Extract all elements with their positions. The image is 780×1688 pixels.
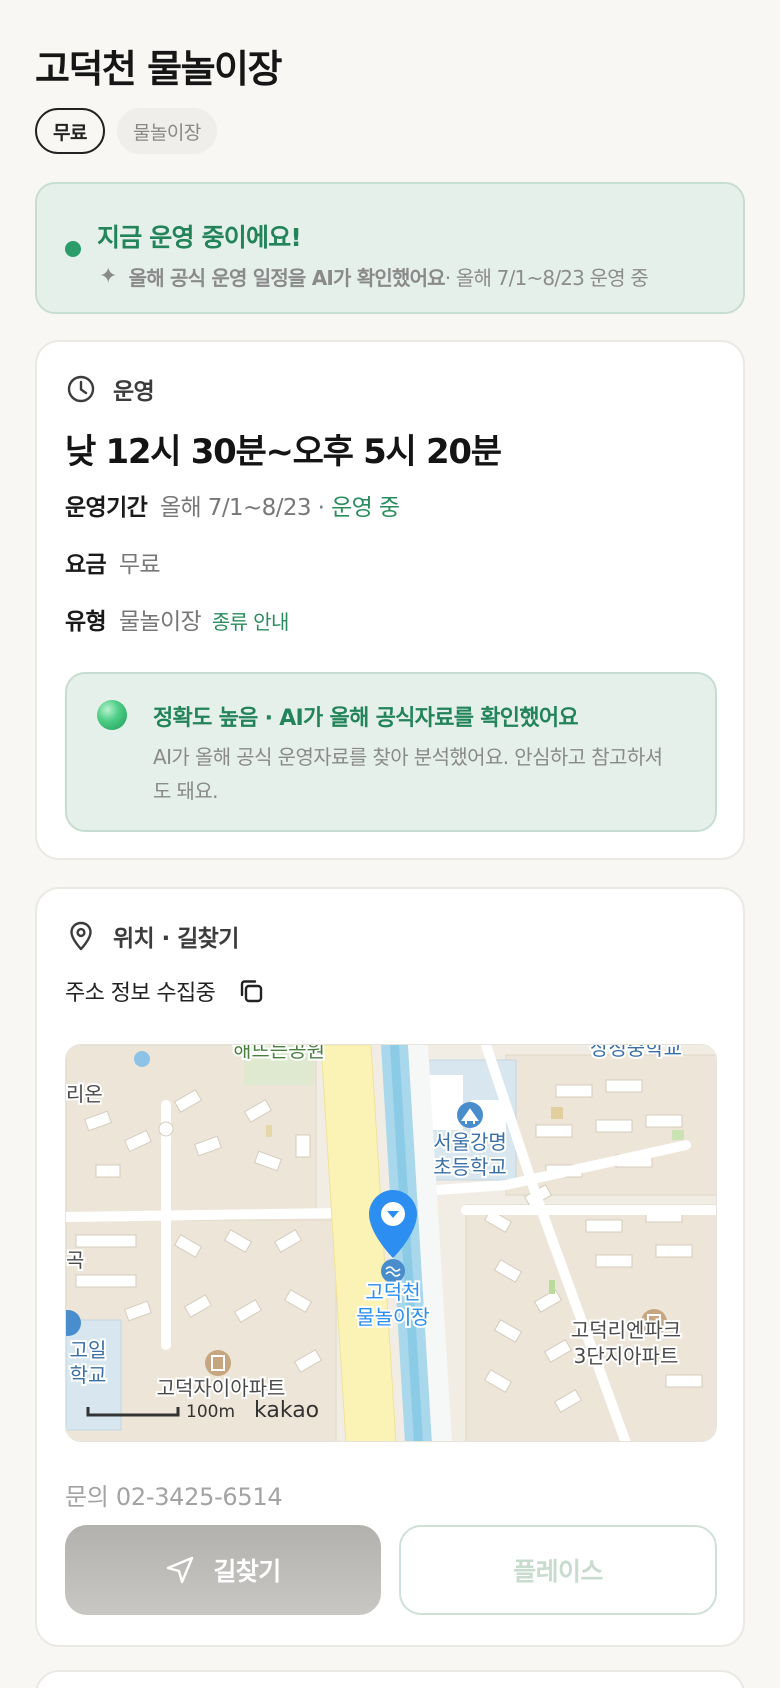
- fee-value: 무료: [118, 552, 161, 578]
- accuracy-indicator-icon: [97, 700, 127, 730]
- map-label-left-edge: 리온: [66, 1082, 103, 1106]
- period-value: 올해 7/1~8/23 ·: [159, 495, 332, 521]
- chip-category[interactable]: 물놀이장: [116, 108, 217, 154]
- address-text: 주소 정보 수집중: [65, 981, 216, 1006]
- period-key: 운영기간: [65, 495, 148, 521]
- map-label-marker-line1: 고덕천: [365, 1280, 420, 1304]
- clock-icon: [65, 373, 97, 405]
- accuracy-text: AI가 올해 공식 운영자료를 찾아 분석했어요. 안심하고 참고하셔도 돼요.: [153, 745, 663, 803]
- sparkle-icon: ✦: [99, 264, 117, 289]
- fee-key: 요금: [65, 552, 107, 578]
- directions-label: 길찾기: [213, 1557, 281, 1586]
- hours-section-label: 운영: [113, 379, 155, 405]
- type-key: 유형: [65, 609, 107, 635]
- address-row: 주소 정보 수집중: [65, 975, 265, 1007]
- hours-section-header: 운영: [65, 372, 155, 406]
- type-guide-link[interactable]: 종류 안내: [212, 610, 290, 634]
- directions-button[interactable]: 길찾기: [65, 1525, 381, 1615]
- location-section-label: 위치 · 길찾기: [113, 926, 239, 952]
- map-label-park: 해뜨는공원: [233, 1045, 325, 1062]
- chip-row: 무료 물놀이장: [35, 108, 217, 154]
- map-view[interactable]: 해뜨는공원 상정중학교 서울강명 초등학교 고덕천 물놀이장 고일 학교 리온 …: [65, 1044, 717, 1442]
- location-card: 위치 · 길찾기 주소 정보 수집중 해뜨는공원 상정중학교 서울강명 초등학교…: [35, 887, 745, 1647]
- next-card: [35, 1670, 745, 1688]
- map-label-apt-right-line2: 3단지아파트: [574, 1344, 679, 1368]
- map-label-school-line1: 서울강명: [433, 1130, 507, 1154]
- hours-card: 운영 낮 12시 30분~오후 5시 20분 운영기간 올해 7/1~8/23 …: [35, 340, 745, 860]
- status-banner: 지금 운영 중이에요! ✦ 올해 공식 운영 일정을 AI가 확인했어요 · 올…: [35, 182, 745, 314]
- status-sub-rest: · 올해 7/1~8/23 운영 중: [444, 266, 649, 290]
- map-label-left-school-line2: 학교: [70, 1363, 107, 1387]
- type-row: 유형 물놀이장 종류 안내: [65, 602, 289, 636]
- location-section-header: 위치 · 길찾기: [65, 919, 239, 953]
- map-label-apt-left: 고덕자이아파트: [157, 1376, 286, 1400]
- map-label-apt-right-line1: 고덕리엔파크: [571, 1318, 681, 1342]
- location-pin-icon: [65, 920, 97, 952]
- status-subtitle: ✦ 올해 공식 운영 일정을 AI가 확인했어요 · 올해 7/1~8/23 운…: [99, 262, 649, 291]
- map-brand: kakao: [254, 1398, 319, 1423]
- map-label-left-school-line1: 고일: [70, 1338, 107, 1362]
- status-title: 지금 운영 중이에요!: [97, 223, 302, 252]
- place-button[interactable]: 플레이스: [399, 1525, 717, 1615]
- copy-icon[interactable]: [237, 977, 265, 1005]
- operating-hours: 낮 12시 30분~오후 5시 20분: [65, 432, 502, 472]
- status-sub-bold: 올해 공식 운영 일정을 AI가 확인했어요: [128, 266, 446, 290]
- fee-row: 요금 무료: [65, 545, 161, 579]
- accuracy-box: 정확도 높음 · AI가 올해 공식자료를 확인했어요 AI가 올해 공식 운영…: [65, 672, 717, 832]
- map-label-left-mark: 곡: [66, 1248, 84, 1272]
- map-scale-label: 100m: [186, 1402, 235, 1422]
- map-label-school-top: 상정중학교: [590, 1045, 682, 1060]
- status-dot: [65, 241, 81, 257]
- map-label-marker-line2: 물놀이장: [356, 1305, 430, 1329]
- accuracy-title: 정확도 높음 · AI가 올해 공식자료를 확인했어요: [153, 706, 579, 731]
- type-value: 물놀이장: [118, 609, 202, 635]
- period-status: 운영 중: [331, 495, 400, 521]
- period-row: 운영기간 올해 7/1~8/23 · 운영 중: [65, 488, 400, 522]
- page-title: 고덕천 물놀이장: [35, 47, 282, 91]
- chip-free[interactable]: 무료: [35, 108, 105, 154]
- navigation-arrow-icon: [165, 1555, 195, 1585]
- map-label-school-line2: 초등학교: [433, 1155, 507, 1179]
- phone-text[interactable]: 문의 02-3425-6514: [65, 1477, 283, 1512]
